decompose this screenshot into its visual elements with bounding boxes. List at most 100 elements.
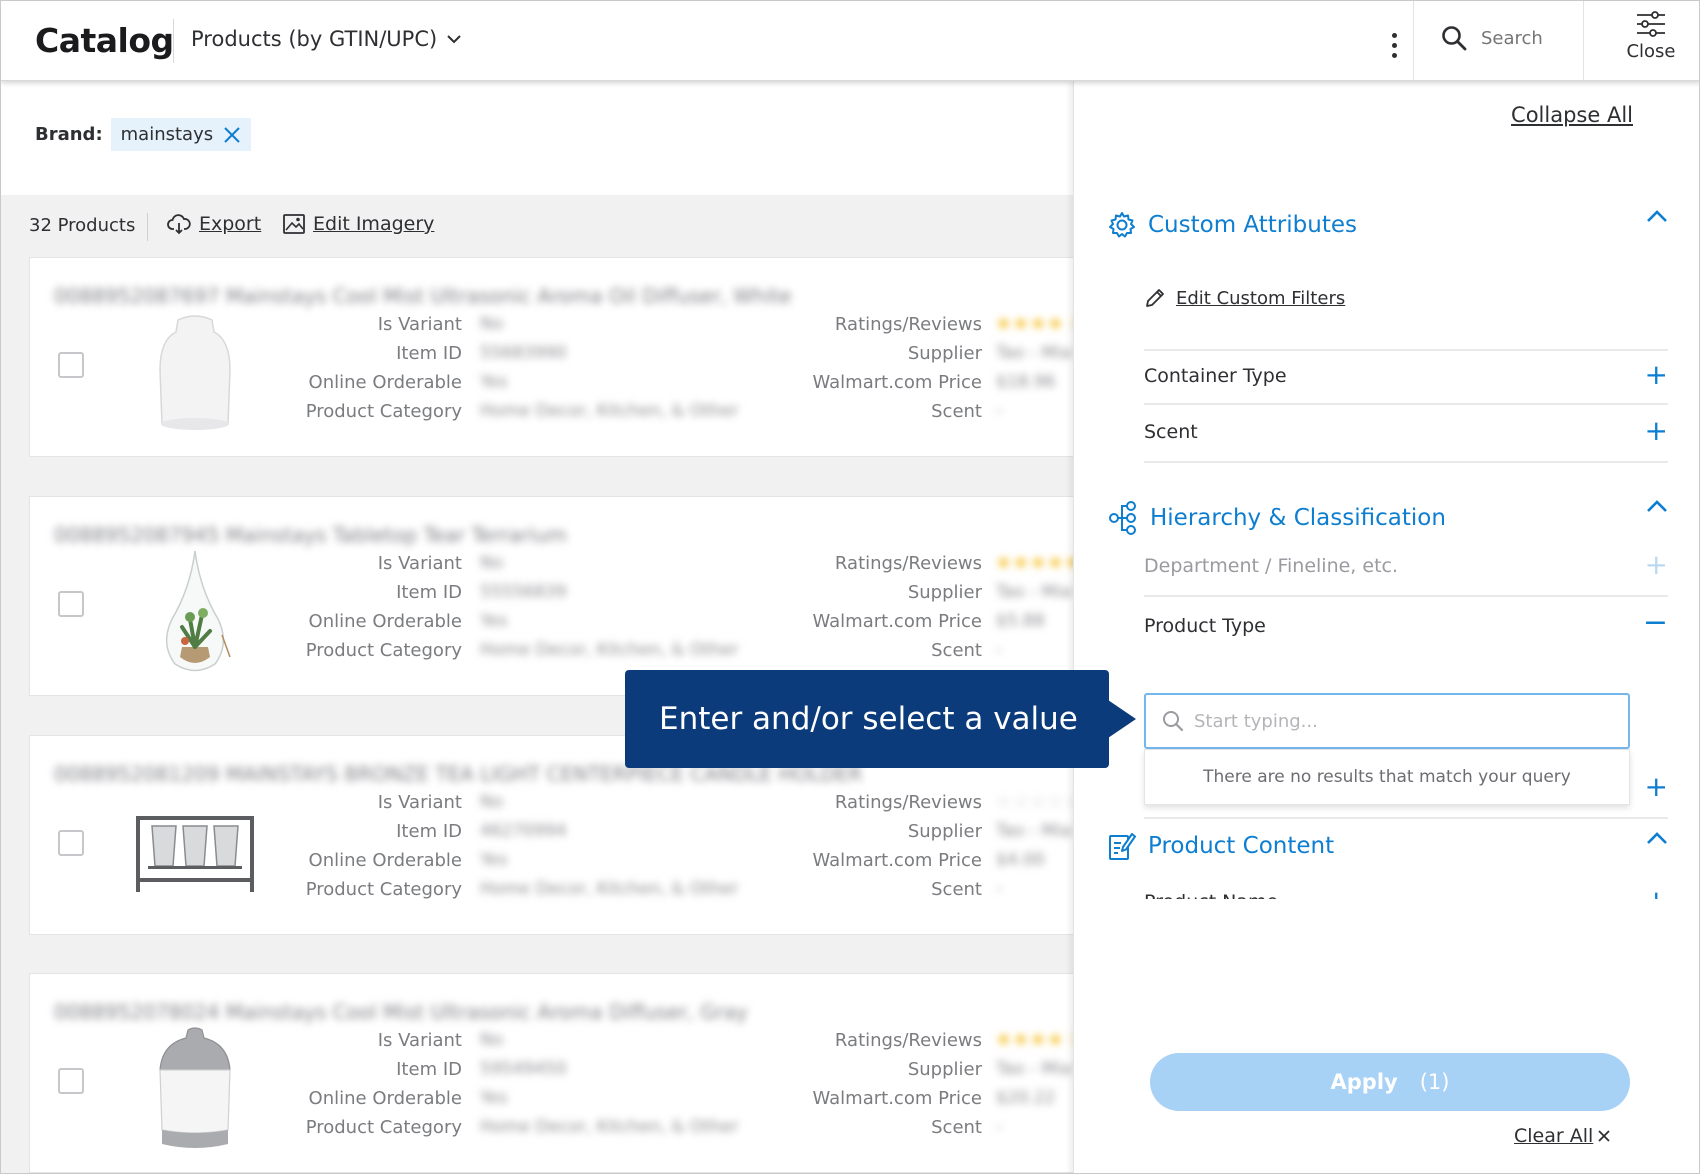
section-title: Product Content [1148, 833, 1335, 859]
product-checkbox[interactable] [58, 830, 84, 856]
export-link[interactable]: Export [167, 213, 261, 235]
apply-label: Apply [1330, 1070, 1398, 1094]
edit-custom-filters-label: Edit Custom Filters [1176, 287, 1346, 309]
field-label: Online Orderable [308, 372, 462, 393]
field-value: No [480, 314, 504, 334]
product-type-input[interactable] [1194, 710, 1614, 732]
header-separator [1583, 1, 1584, 81]
clear-all-link[interactable]: Clear All [1514, 1125, 1611, 1147]
more-options-button[interactable] [1379, 25, 1409, 65]
image-icon [283, 214, 305, 234]
chevron-up-icon[interactable] [1645, 205, 1669, 229]
field-value: No [480, 1030, 504, 1050]
close-filters-button[interactable]: Close [1601, 11, 1699, 73]
collapse-minus-icon[interactable]: − [1643, 608, 1668, 638]
field-value: Home Decor, Kitchen, & Other [480, 401, 739, 421]
top-header: Catalog Products (by GTIN/UPC) Close [1, 1, 1699, 81]
section-product-content[interactable]: Product Content [1108, 831, 1334, 861]
filter-name: Product Name [1144, 891, 1278, 899]
filter-row-container-type[interactable]: Container Type + [1144, 349, 1668, 405]
filter-name: Scent [1144, 421, 1198, 443]
field-label: Ratings/Reviews [834, 314, 982, 335]
field-label: Item ID [396, 821, 462, 842]
product-title[interactable]: 0088952087945 Mainstays Tabletop Tear Te… [54, 523, 567, 547]
product-type-selector[interactable]: Products (by GTIN/UPC) [191, 27, 461, 51]
brand-filter-chip[interactable]: mainstays [110, 118, 252, 151]
field-label: Product Category [305, 401, 462, 422]
header-search[interactable] [1441, 25, 1591, 51]
field-label: Online Orderable [308, 1088, 462, 1109]
expand-plus-icon[interactable]: + [1645, 887, 1668, 900]
filter-row-scent[interactable]: Scent + [1144, 407, 1668, 463]
filter-row-department[interactable]: Department / Fineline, etc. + [1144, 541, 1668, 597]
app-title: Catalog [35, 21, 174, 60]
product-title[interactable]: 0088952078024 Mainstays Cool Mist Ultras… [54, 1000, 748, 1024]
edit-custom-filters-link[interactable]: Edit Custom Filters [1144, 287, 1345, 309]
product-checkbox[interactable] [58, 352, 84, 378]
apply-button[interactable]: Apply (1) [1150, 1053, 1630, 1111]
field-value: $18.96 [996, 372, 1056, 392]
field-value: Tao - Mia Fr [996, 1059, 1073, 1079]
app-window: Catalog Products (by GTIN/UPC) Close [0, 0, 1700, 1174]
product-selector-label: Products (by GTIN/UPC) [191, 27, 438, 51]
product-field-labels-right: Ratings/Reviews Supplier Walmart.com Pri… [730, 788, 983, 904]
active-filter-row: Brand: mainstays [35, 118, 252, 151]
kebab-dot [1391, 42, 1397, 48]
field-value: - [996, 879, 1003, 899]
toolbar-separator [147, 213, 148, 241]
product-field-values: No 46270994 Yes Home Decor, Kitchen, & O… [480, 788, 738, 904]
collapse-all-link[interactable]: Collapse All [1511, 103, 1633, 127]
field-label: Item ID [396, 582, 462, 603]
field-label: Walmart.com Price [812, 850, 983, 871]
field-value: - [996, 640, 1003, 660]
product-checkbox[interactable] [58, 591, 84, 617]
expand-plus-icon[interactable]: + [1645, 773, 1668, 801]
cloud-download-icon [167, 214, 191, 235]
field-label: Is Variant [377, 1030, 462, 1051]
field-value: 46270994 [480, 821, 567, 841]
close-icon[interactable] [223, 126, 241, 144]
product-field-values: No 59549450 Yes Home Decor, Kitchen, & O… [480, 1026, 738, 1142]
rating-stars: ★★★★ (12) [996, 314, 1073, 334]
chevron-up-icon[interactable] [1645, 827, 1669, 851]
section-hierarchy-classification[interactable]: Hierarchy & Classification [1108, 501, 1446, 535]
field-label: Is Variant [377, 553, 462, 574]
kebab-dot [1391, 32, 1397, 38]
field-label: Supplier [907, 1059, 982, 1080]
product-field-values: No 55683990 Yes Home Decor, Kitchen, & O… [480, 310, 738, 426]
callout-text: Enter and/or select a value [659, 701, 1078, 737]
field-label: Walmart.com Price [812, 372, 983, 393]
section-title: Hierarchy & Classification [1150, 505, 1446, 531]
rating-stars: ☆☆☆☆☆ [996, 792, 1073, 812]
chevron-up-icon[interactable] [1645, 495, 1669, 519]
close-label: Close [1626, 41, 1676, 62]
field-label: Supplier [907, 582, 982, 603]
product-count: 32 Products [29, 215, 136, 236]
product-card: 0088952078024 Mainstays Cool Mist Ultras… [29, 973, 1073, 1173]
expand-plus-icon[interactable]: + [1645, 361, 1668, 389]
product-field-labels-right: Ratings/Reviews Supplier Walmart.com Pri… [730, 549, 983, 665]
expand-plus-icon[interactable]: + [1645, 551, 1668, 579]
section-custom-attributes[interactable]: Custom Attributes [1108, 211, 1357, 239]
edit-document-icon [1109, 833, 1136, 860]
chevron-down-icon [447, 35, 461, 44]
field-value: $5.88 [996, 611, 1045, 631]
product-field-labels: Is Variant Item ID Online Orderable Prod… [230, 549, 462, 665]
field-label: Is Variant [377, 314, 462, 335]
expand-plus-icon[interactable]: + [1645, 417, 1668, 445]
product-type-search[interactable] [1144, 693, 1630, 749]
edit-imagery-link[interactable]: Edit Imagery [283, 213, 434, 235]
product-title[interactable]: 0088952087697 Mainstays Cool Mist Ultras… [54, 284, 791, 308]
field-label: Is Variant [377, 792, 462, 813]
field-label: Item ID [396, 1059, 462, 1080]
field-label: Ratings/Reviews [834, 792, 982, 813]
product-checkbox[interactable] [58, 1068, 84, 1094]
field-label: Product Category [305, 879, 462, 900]
instruction-callout: Enter and/or select a value [625, 670, 1136, 768]
field-label: Scent [931, 640, 982, 661]
product-field-values-right: ★★★★ (3) Tao - Mia Fr $20.22 - [996, 1026, 1073, 1142]
filter-row-product-type[interactable]: Product Type − [1144, 601, 1668, 657]
filter-panel: Collapse All Custom Attributes Edit Cust… [1073, 81, 1699, 1173]
search-input[interactable] [1481, 27, 1591, 49]
filter-row-product-name[interactable]: Product Name + [1144, 877, 1668, 900]
